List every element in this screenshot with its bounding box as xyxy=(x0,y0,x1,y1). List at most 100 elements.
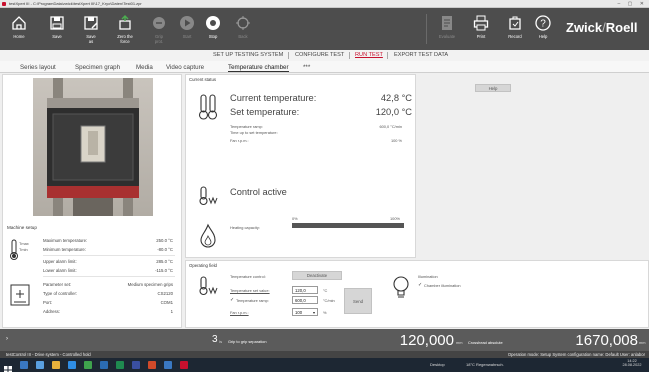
task-view-icon[interactable] xyxy=(36,361,44,369)
svg-text:?: ? xyxy=(540,19,546,30)
setup-label-parameter-set: Parameter set: xyxy=(43,282,72,287)
save-button[interactable]: Save xyxy=(40,12,74,50)
zero-force-button[interactable]: Zero the force xyxy=(108,12,142,50)
tab-video-capture[interactable]: Video capture xyxy=(166,64,204,71)
edge-browser-icon[interactable] xyxy=(68,361,76,369)
back-button[interactable]: Back xyxy=(226,12,260,50)
toolbar-divider xyxy=(426,14,427,44)
system-config-text: Operation mode: Setup System configurati… xyxy=(507,352,645,357)
print-label: Print xyxy=(476,34,486,39)
temperature-chamber-photo xyxy=(33,78,153,216)
chamber-illumination-label: Chamber illumination xyxy=(424,283,461,288)
tab-more[interactable]: *** xyxy=(303,64,310,71)
home-button[interactable]: Home xyxy=(2,12,36,50)
machine-panel: Machine setup Tmax Tmin Maximum temperat… xyxy=(2,74,182,328)
deactivate-button[interactable]: Deactivate xyxy=(292,271,342,280)
tab-export-test-data[interactable]: EXPORT TEST DATA xyxy=(394,52,448,58)
evaluate-label: Evaluate xyxy=(438,34,456,39)
app-icon-excel[interactable] xyxy=(116,361,124,369)
chamber-illumination-checkbox[interactable]: ✓ xyxy=(418,282,422,288)
tab-run-test[interactable]: RUN TEST xyxy=(355,52,383,58)
flame-icon xyxy=(200,223,216,248)
tab-set-up-testing-system[interactable]: SET UP TESTING SYSTEM xyxy=(213,52,283,58)
app-icon-blue[interactable] xyxy=(132,361,140,369)
heating-capacity-bar xyxy=(292,223,404,228)
weather-text[interactable]: 18°C Regenwahrsch. xyxy=(466,362,504,367)
expand-icon[interactable]: › xyxy=(6,336,8,342)
chevron-down-icon: ▾ xyxy=(312,310,315,315)
setup-label-port: Port: xyxy=(43,300,53,305)
force-value: 120,000 xyxy=(399,332,454,349)
home-label: Home xyxy=(13,34,25,39)
fan-rpm-value: 100 % xyxy=(390,138,402,143)
tab-series-layout[interactable]: Series layout xyxy=(20,64,56,71)
temperature-control-label: Temperature control: xyxy=(230,274,266,279)
app-icon-green[interactable] xyxy=(84,361,92,369)
print-button[interactable]: Print xyxy=(464,12,498,50)
ramp-value: 600,0 °C/min xyxy=(379,124,402,129)
machine-setup-title: Machine setup xyxy=(7,225,37,230)
operating-field-title: Operating field xyxy=(189,263,217,268)
setup-label-address: Address: xyxy=(43,309,60,314)
current-status-panel: Current status Current temperature: 42,8… xyxy=(185,74,416,258)
home-icon xyxy=(12,16,26,30)
windows-start-icon[interactable] xyxy=(4,361,12,372)
tab-configure-test[interactable]: CONFIGURE TEST xyxy=(295,52,344,58)
temperature-ramp-input[interactable]: 600,0 xyxy=(292,296,318,304)
current-temperature-value: 42,8 °C xyxy=(380,93,412,103)
tab-specimen-graph[interactable]: Specimen graph xyxy=(75,64,120,71)
fan-rpm-select[interactable]: 100 ▾ xyxy=(292,308,318,316)
app-window: testXpert III - C:\ProgramData\zwick\tes… xyxy=(0,0,649,372)
save-label: Save xyxy=(52,34,62,39)
help-icon: ? xyxy=(535,15,551,31)
evaluate-button[interactable]: Evaluate xyxy=(430,12,464,50)
sub-tabs: Series layout Specimen graph Media Video… xyxy=(0,61,649,73)
current-status-title: Current status xyxy=(189,77,216,82)
app-icon-store[interactable] xyxy=(164,361,172,369)
stop-icon xyxy=(206,16,220,30)
fan-rpm-unit: % xyxy=(323,310,327,315)
stop-button[interactable]: Stop xyxy=(196,12,230,50)
setup-value-controller-type: CS2120 xyxy=(157,291,173,296)
fan-rpm-label: Fan r.p.m.: xyxy=(230,138,249,143)
set-value-label: Temperature set value: xyxy=(230,288,270,293)
app-icon xyxy=(2,2,6,6)
title-bar: testXpert III - C:\ProgramData\zwick\tes… xyxy=(0,0,649,8)
tab-media[interactable]: Media xyxy=(136,64,153,71)
ramp-unit: °C/min xyxy=(323,298,335,303)
clock[interactable]: 14:22 28.08.2022 xyxy=(620,359,644,367)
send-button[interactable]: Send xyxy=(344,288,372,314)
setup-label-min-temp: Minimum temperature: xyxy=(43,247,86,252)
ramp-checkbox[interactable]: ✓ xyxy=(230,297,234,303)
search-icon[interactable] xyxy=(20,361,28,369)
help-button[interactable]: ? Help xyxy=(526,12,560,50)
window-controls[interactable]: – ▢ ✕ xyxy=(618,0,647,8)
help-label: Help xyxy=(538,34,548,39)
file-explorer-icon[interactable] xyxy=(52,361,60,369)
step-unit: /s xyxy=(219,339,223,344)
temperature-control-icon xyxy=(199,276,218,296)
back-label: Back xyxy=(238,34,248,39)
temperature-ramp-label: Temperature ramp: xyxy=(236,298,269,303)
testxpert-taskbar-icon[interactable] xyxy=(180,361,188,369)
app-icon-orange[interactable] xyxy=(148,361,156,369)
tab-temperature-chamber[interactable]: Temperature chamber xyxy=(228,64,289,72)
setup-value-port: COM1 xyxy=(160,300,173,305)
app-icon-word[interactable] xyxy=(100,361,108,369)
drive-status-text: testControl III - Drive system - Control… xyxy=(6,352,91,357)
set-temperature-label: Set temperature: xyxy=(230,107,300,117)
tab-separator xyxy=(349,52,350,59)
setup-value-upper-alarm: 285.0 °C xyxy=(156,259,173,264)
operating-field-panel: Operating field Temperature control: Dea… xyxy=(185,260,649,328)
chamber-help-button[interactable]: Help xyxy=(475,84,511,92)
grip-icon xyxy=(153,17,165,29)
desktop-label[interactable]: Desktop xyxy=(430,362,445,367)
position-value: 1670,008 xyxy=(575,332,638,349)
heating-capacity-label: Heating capacity: xyxy=(230,225,260,230)
stop-label: Stop xyxy=(208,34,218,39)
save-as-button[interactable]: Save as xyxy=(74,12,108,50)
setup-label-controller-type: Type of controller: xyxy=(43,291,78,296)
temperature-set-value-input[interactable]: 120,0 xyxy=(292,286,318,294)
time-to-set-label: Time up to set temperature: xyxy=(230,130,278,135)
record-icon xyxy=(509,16,521,30)
